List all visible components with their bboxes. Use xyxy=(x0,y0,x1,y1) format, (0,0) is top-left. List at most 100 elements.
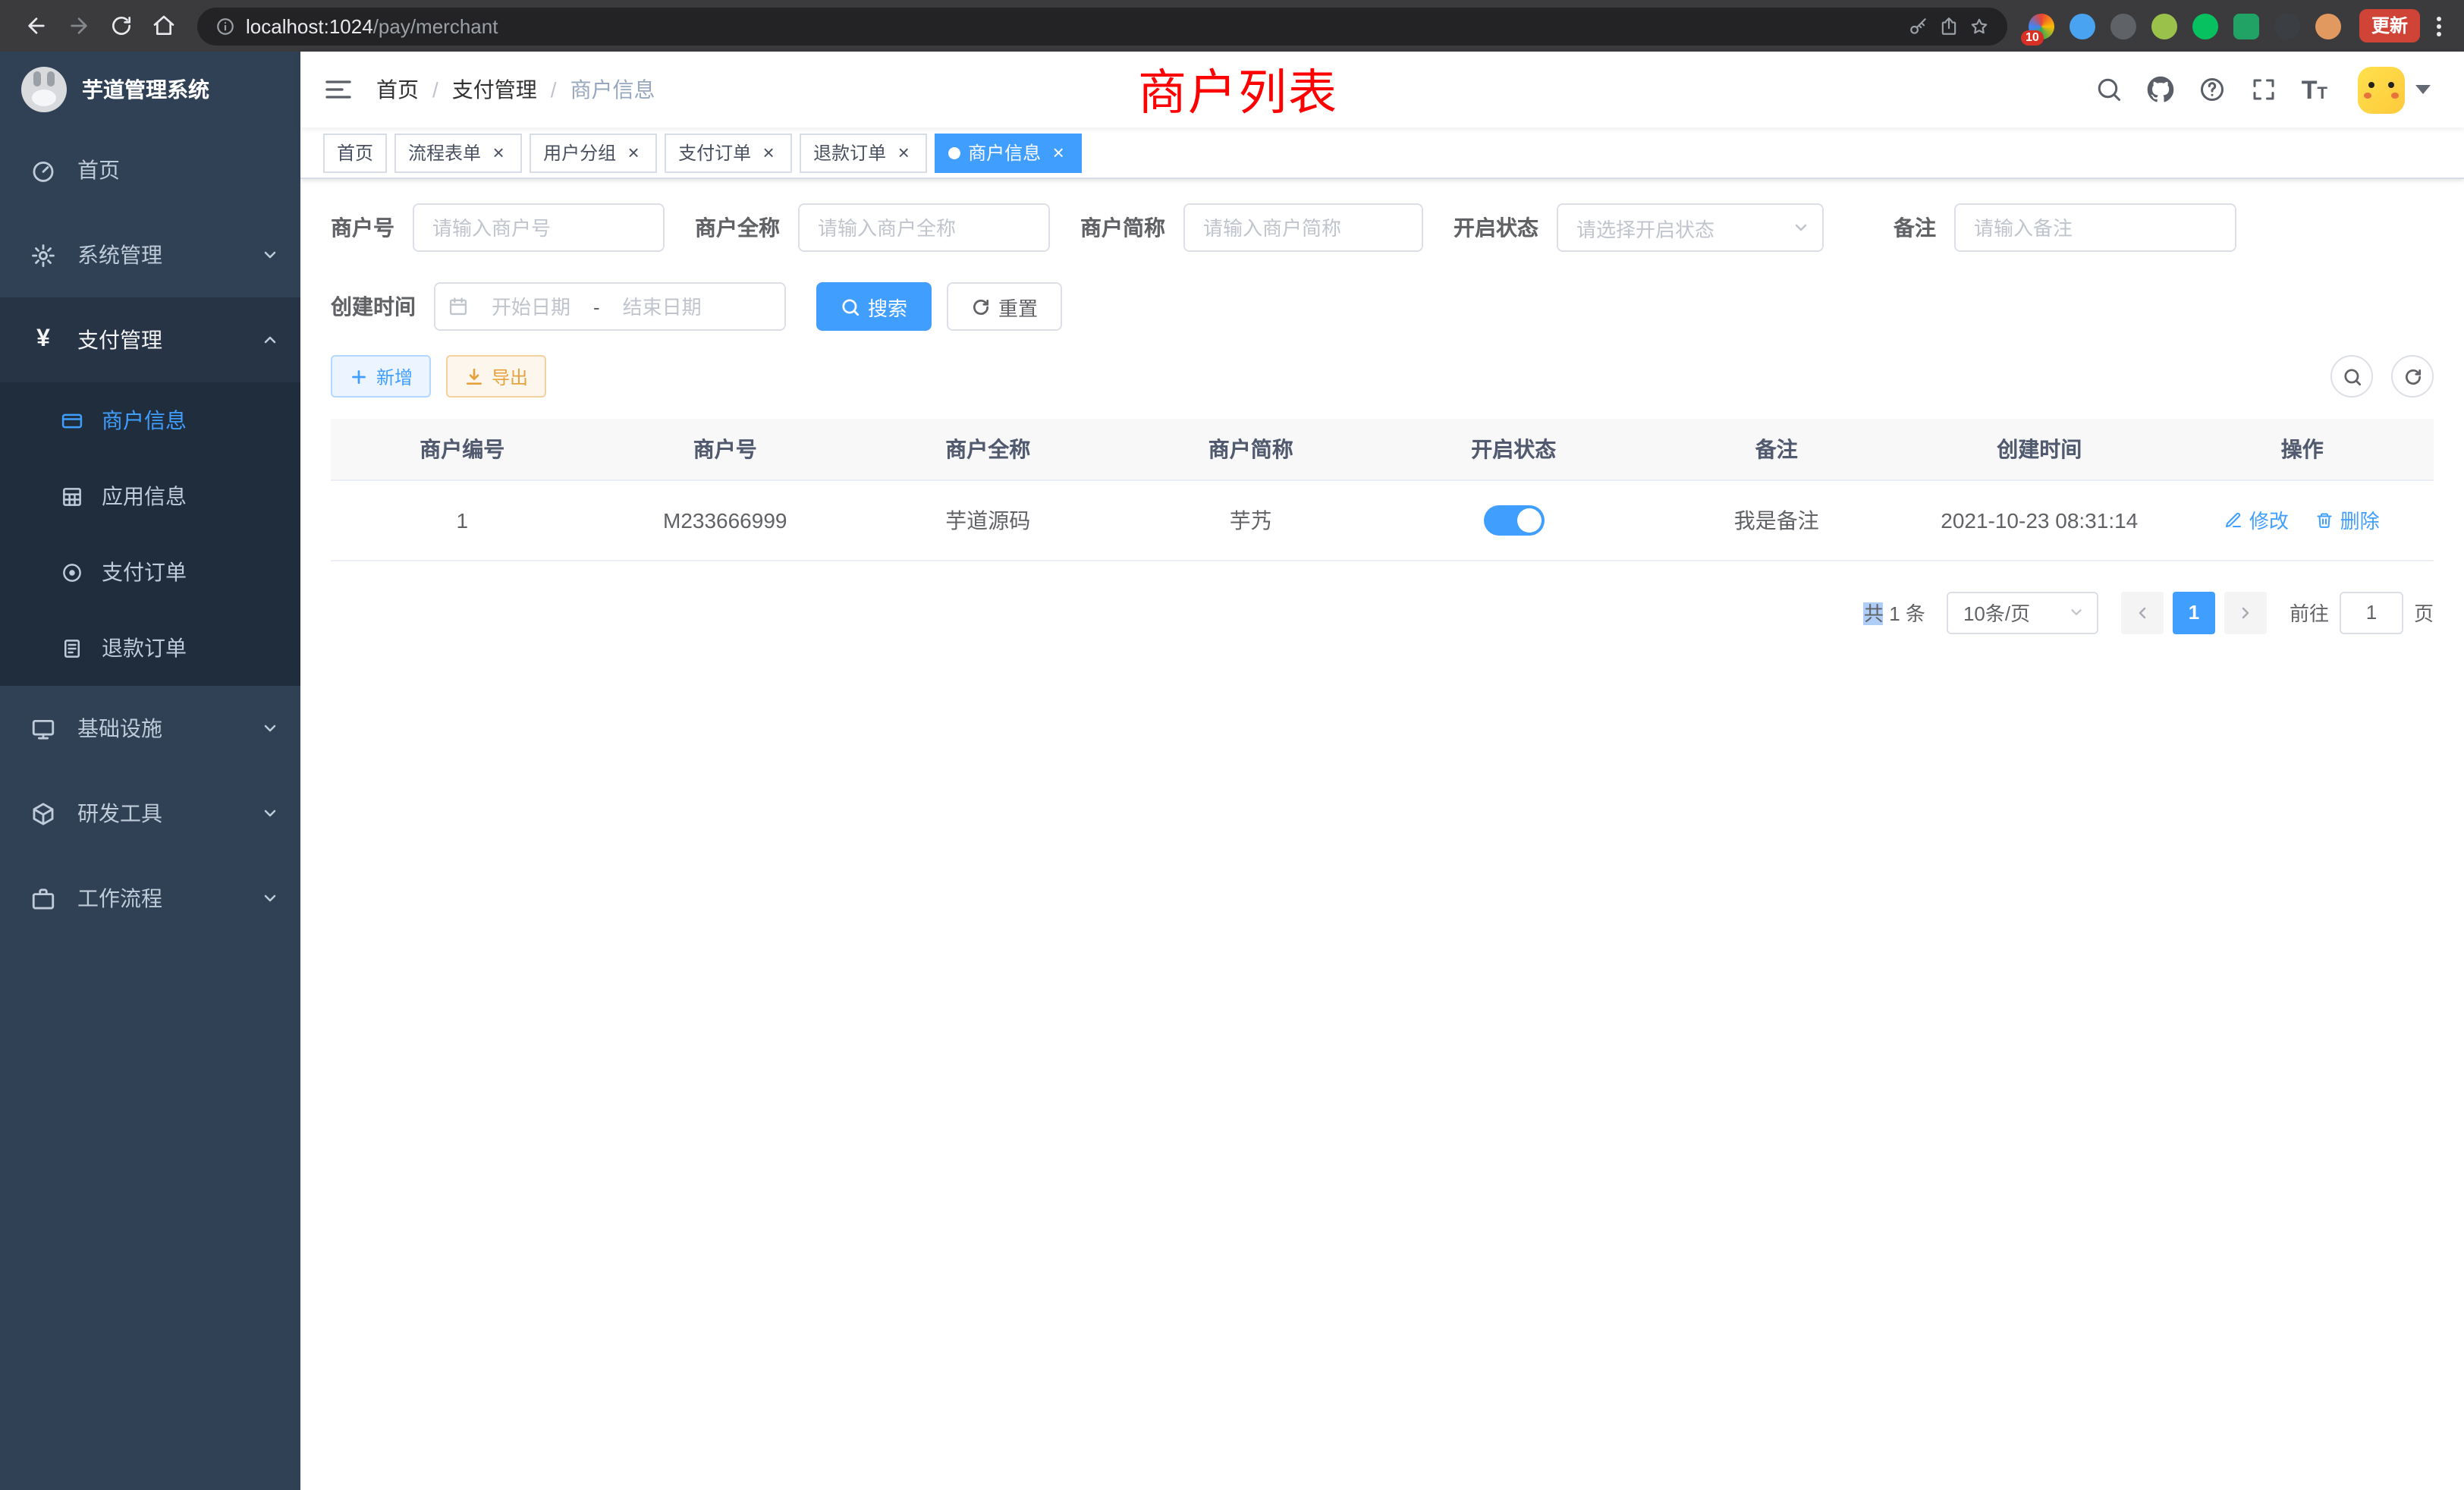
sidebar-item-pay-order[interactable]: 支付订单 xyxy=(0,534,300,610)
extension-icon-avatar-green[interactable] xyxy=(2151,13,2177,39)
home-button[interactable] xyxy=(143,6,185,46)
close-icon[interactable]: × xyxy=(894,143,913,162)
remark-input[interactable] xyxy=(1954,203,2236,252)
extension-icon-wechat[interactable] xyxy=(2192,13,2218,39)
close-icon[interactable]: × xyxy=(1048,143,1068,162)
filter-label: 商户号 xyxy=(331,212,394,243)
share-icon[interactable] xyxy=(1939,16,1959,36)
filter-short-name: 商户简称 xyxy=(1080,203,1423,252)
action-label: 删除 xyxy=(2340,505,2380,534)
browser-update-button[interactable]: 更新 xyxy=(2359,9,2420,42)
password-key-icon[interactable] xyxy=(1909,16,1928,36)
goto-page-input[interactable] xyxy=(2340,591,2403,633)
browser-menu-button[interactable] xyxy=(2429,16,2449,36)
browser-window: localhost:1024/pay/merchant 10 更新 芋道管理系统 xyxy=(0,0,2464,1490)
close-icon[interactable]: × xyxy=(489,143,508,162)
status-toggle[interactable] xyxy=(1483,505,1544,535)
close-icon[interactable]: × xyxy=(759,143,778,162)
toolbar-right xyxy=(2330,355,2434,398)
url-text: localhost:1024/pay/merchant xyxy=(246,14,498,37)
tab-pay-order[interactable]: 支付订单× xyxy=(665,133,792,172)
sidebar-item-label: 工作流程 xyxy=(77,883,162,913)
edit-button[interactable]: 修改 xyxy=(2225,505,2289,534)
cell-create-time: 2021-10-23 08:31:14 xyxy=(1908,479,2171,560)
short-name-input[interactable] xyxy=(1183,203,1423,252)
start-date-input[interactable] xyxy=(472,295,590,318)
export-button[interactable]: 导出 xyxy=(446,355,546,398)
filter-full-name: 商户全称 xyxy=(695,203,1050,252)
extension-icon-blue[interactable] xyxy=(2070,13,2095,39)
toggle-search-button[interactable] xyxy=(2330,355,2373,398)
cell-full-name: 芋道源码 xyxy=(856,479,1120,560)
full-name-input[interactable] xyxy=(798,203,1050,252)
main-area: 首页 / 支付管理 / 商户信息 商户列表 TT xyxy=(300,52,2464,1490)
extension-icon-dark[interactable] xyxy=(2274,13,2300,39)
reset-button[interactable]: 重置 xyxy=(947,282,1062,331)
header-search-button[interactable] xyxy=(2083,52,2135,127)
bookmark-star-icon[interactable] xyxy=(1969,16,1989,36)
add-button[interactable]: 新增 xyxy=(331,355,431,398)
back-button[interactable] xyxy=(15,6,58,46)
forward-button[interactable] xyxy=(58,6,100,46)
tab-user-group[interactable]: 用户分组× xyxy=(530,133,657,172)
page-number-button[interactable]: 1 xyxy=(2173,591,2215,633)
hamburger-button[interactable] xyxy=(300,52,376,127)
page-size-select[interactable]: 10条/页 xyxy=(1947,591,2098,633)
sidebar-item-payment[interactable]: ¥ 支付管理 xyxy=(0,297,300,382)
app-title: 芋道管理系统 xyxy=(82,74,209,105)
address-bar[interactable]: localhost:1024/pay/merchant xyxy=(197,7,2007,45)
extension-icon-gray[interactable] xyxy=(2110,13,2136,39)
app-logo[interactable]: 芋道管理系统 xyxy=(0,52,300,127)
extension-icon-green-doc[interactable] xyxy=(2233,13,2259,39)
chevron-down-icon xyxy=(261,889,279,907)
table-toolbar: 新增 导出 xyxy=(331,355,2434,398)
close-icon[interactable]: × xyxy=(624,143,643,162)
reload-button[interactable] xyxy=(100,6,143,46)
fullscreen-button[interactable] xyxy=(2238,52,2290,127)
tab-merchant-info[interactable]: 商户信息× xyxy=(935,133,1082,172)
sidebar-item-infrastructure[interactable]: 基础设施 xyxy=(0,686,300,771)
sidebar-item-workflow[interactable]: 工作流程 xyxy=(0,856,300,941)
sidebar-item-system[interactable]: 系统管理 xyxy=(0,212,300,297)
extension-icon-colorful[interactable]: 10 xyxy=(2029,13,2054,39)
user-menu[interactable] xyxy=(2358,66,2431,113)
prev-page-button[interactable] xyxy=(2121,591,2164,633)
sidebar-item-refund-order[interactable]: 退款订单 xyxy=(0,610,300,686)
next-page-button[interactable] xyxy=(2224,591,2267,633)
breadcrumb-payment[interactable]: 支付管理 xyxy=(452,74,537,105)
sidebar-item-dev-tools[interactable]: 研发工具 xyxy=(0,771,300,856)
delete-button[interactable]: 删除 xyxy=(2316,505,2380,534)
sidebar-item-label: 商户信息 xyxy=(102,405,187,435)
filter-label: 备注 xyxy=(1894,212,1936,243)
breadcrumb-current: 商户信息 xyxy=(570,74,655,105)
tab-home[interactable]: 首页 xyxy=(323,133,387,172)
breadcrumb-separator: / xyxy=(551,77,557,102)
page-content: 商户号 商户全称 商户简称 开启状态 请选择开启状态 xyxy=(300,179,2464,1490)
monitor-icon xyxy=(30,715,56,741)
document-icon xyxy=(61,637,83,659)
sidebar-item-merchant-info[interactable]: 商户信息 xyxy=(0,382,300,458)
end-date-input[interactable] xyxy=(603,295,721,318)
date-range-picker[interactable]: - xyxy=(434,282,786,331)
status-select[interactable]: 请选择开启状态 xyxy=(1557,203,1824,252)
search-button[interactable]: 搜索 xyxy=(816,282,932,331)
font-size-button[interactable]: TT xyxy=(2290,52,2340,127)
breadcrumb-home[interactable]: 首页 xyxy=(376,74,419,105)
button-label: 新增 xyxy=(376,363,413,389)
refresh-table-button[interactable] xyxy=(2391,355,2434,398)
help-button[interactable] xyxy=(2186,52,2238,127)
sidebar-item-home[interactable]: 首页 xyxy=(0,127,300,212)
sidebar-item-app-info[interactable]: 应用信息 xyxy=(0,458,300,534)
github-button[interactable] xyxy=(2135,52,2186,127)
button-label: 导出 xyxy=(492,363,528,389)
tab-refund-order[interactable]: 退款订单× xyxy=(800,133,927,172)
filter-create-time: 创建时间 - xyxy=(331,282,786,331)
merchant-no-input[interactable] xyxy=(413,203,665,252)
chevron-down-icon xyxy=(261,719,279,737)
page-info-icon[interactable] xyxy=(215,16,235,36)
tab-process-form[interactable]: 流程表单× xyxy=(394,133,522,172)
tab-label: 首页 xyxy=(337,140,373,165)
goto-suffix: 页 xyxy=(2414,598,2434,627)
dashboard-icon xyxy=(30,157,56,183)
profile-avatar-icon[interactable] xyxy=(2315,13,2341,39)
